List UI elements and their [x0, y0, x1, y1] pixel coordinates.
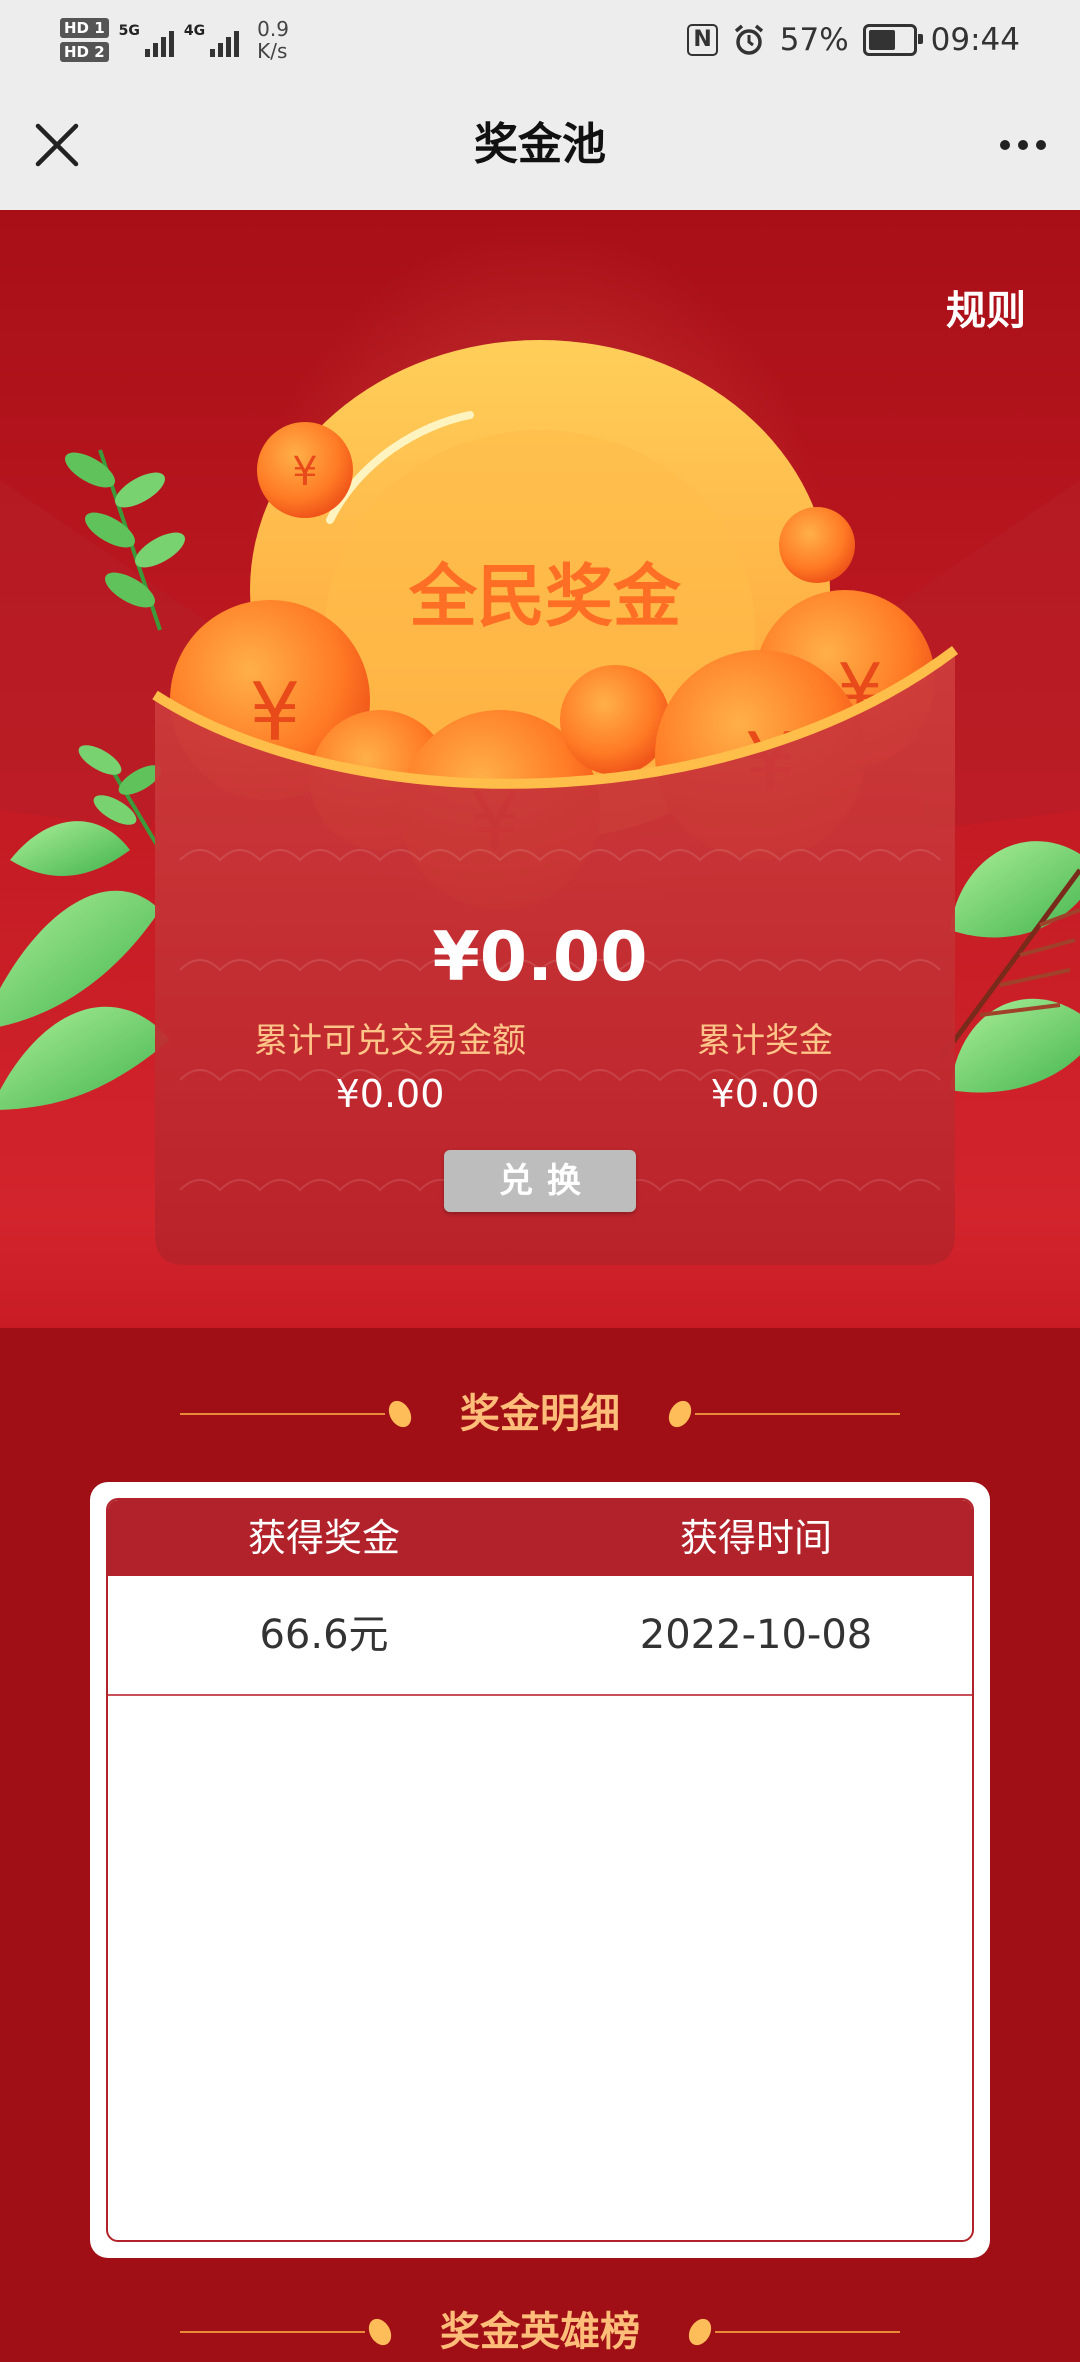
table-header: 获得奖金 获得时间: [108, 1500, 972, 1576]
rules-link[interactable]: 规则: [946, 278, 1026, 336]
alarm-icon: [734, 24, 763, 55]
more-dot-icon: [1018, 140, 1028, 150]
page-title: 奖金池: [474, 119, 606, 170]
nfc-icon: N: [687, 24, 718, 56]
title-bar: 奖金池: [0, 80, 1080, 210]
battery-percent: 57%: [779, 22, 849, 58]
status-left: HD 1 HD 2 5G 4G 0.9 K/s: [60, 10, 289, 70]
network-1-label: 5G: [118, 23, 140, 39]
signal-1-icon: 5G: [119, 23, 174, 57]
network-speed: 0.9 K/s: [257, 18, 289, 62]
cumulative-bonus-stat: 累计奖金 ¥0.00: [660, 1018, 870, 1124]
total-bonus-amount: ¥0.00: [432, 918, 648, 997]
details-heading-text: 奖金明细: [460, 1391, 620, 1437]
signal-2-icon: 4G: [183, 23, 240, 57]
more-dot-icon: [1000, 140, 1010, 150]
leaderboard-heading: 奖金英雄榜: [0, 2302, 1080, 2362]
exchangeable-stat: 累计可兑交易金额 ¥0.00: [220, 1018, 560, 1124]
bonus-details-card: 获得奖金 获得时间 66.6元 2022-10-08: [90, 1482, 990, 2258]
column-header-date: 获得时间: [679, 1516, 832, 1560]
cumulative-bonus-label: 累计奖金: [697, 1021, 833, 1061]
leaderboard-heading-text: 奖金英雄榜: [440, 2309, 640, 2355]
speed-unit: K/s: [257, 39, 288, 63]
exchangeable-value: ¥0.00: [335, 1072, 445, 1116]
battery-icon: [862, 24, 923, 56]
clock: 09:44: [930, 22, 1020, 58]
bonus-hero: 全民奖金 ¥ ¥ ¥ ¥ ¥ 规则 ¥0.00 累计可兑交易金: [0, 210, 1080, 1328]
column-header-amount: 获得奖金: [247, 1516, 400, 1560]
svg-text:¥: ¥: [292, 449, 317, 495]
sim2-badge: HD 2: [60, 42, 109, 62]
sim1-badge: HD 1: [60, 18, 109, 38]
exchangeable-label: 累计可兑交易金额: [254, 1021, 526, 1061]
row-amount: 66.6元: [259, 1612, 389, 1658]
row-date: 2022-10-08: [639, 1612, 873, 1658]
network-2-label: 4G: [183, 23, 206, 39]
cumulative-bonus-value: ¥0.00: [710, 1072, 820, 1116]
speed-value: 0.9: [257, 17, 289, 41]
more-dot-icon: [1036, 140, 1046, 150]
table-row: 66.6元 2022-10-08: [108, 1576, 972, 1696]
bonus-details-table: 获得奖金 获得时间 66.6元 2022-10-08: [106, 1498, 974, 2242]
more-options-button[interactable]: [988, 110, 1058, 180]
exchange-button[interactable]: 兑换: [444, 1150, 636, 1212]
details-heading: 奖金明细: [0, 1384, 1080, 1444]
status-bar: HD 1 HD 2 5G 4G 0.9 K/s N 57% 09:44: [0, 0, 1080, 80]
status-right: N 57% 09:44: [687, 0, 1020, 80]
envelope-title: 全民奖金: [408, 558, 682, 637]
